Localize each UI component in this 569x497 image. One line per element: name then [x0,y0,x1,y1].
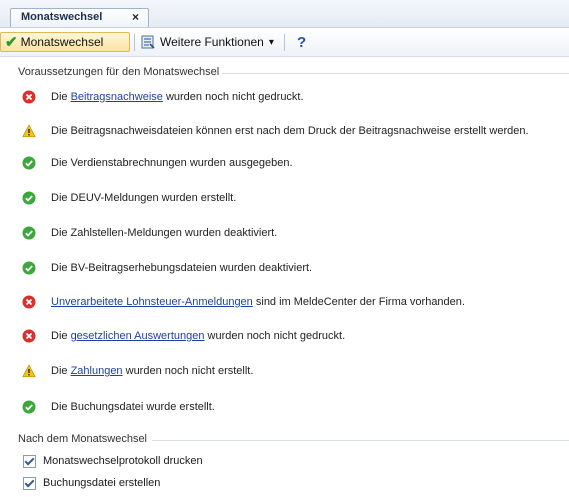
requirement-item: Unverarbeitete Lohnsteuer-Anmeldungen si… [22,293,465,311]
requirement-item: Die Verdienstabrechnungen wurden ausgege… [22,154,293,172]
requirement-item: Die Buchungsdatei wurde erstellt. [22,398,215,416]
requirement-text-pre: Die [51,330,71,342]
functions-icon [141,35,155,49]
warning-icon [22,124,36,138]
requirement-text-pre: Die Beitragsnachweisdateien können erst … [51,125,529,137]
requirement-link[interactable]: Zahlungen [71,365,123,377]
toolbar: ✔ Monatswechsel Weitere Funktionen ▾ ? [0,28,569,57]
requirement-link[interactable]: Unverarbeitete Lohnsteuer-Anmeldungen [51,296,253,308]
help-icon[interactable]: ? [297,32,306,52]
requirement-item: Die Zahlungen wurden noch nicht erstellt… [22,362,253,380]
requirement-item: Die BV-Beitragserhebungsdateien wurden d… [22,259,312,277]
requirement-text: Unverarbeitete Lohnsteuer-Anmeldungen si… [51,296,465,308]
tab-monatswechsel[interactable]: Monatswechsel × [10,8,149,27]
checkbox-label: Buchungsdatei erstellen [43,477,161,489]
requirement-text: Die Zahlungen wurden noch nicht erstellt… [51,365,253,377]
requirement-text: Die DEUV-Meldungen wurden erstellt. [51,192,236,204]
requirement-text-pre: Die BV-Beitragserhebungsdateien wurden d… [51,262,313,274]
requirement-text-post: wurden noch nicht gedruckt. [162,91,304,103]
requirement-item: Die gesetzlichen Auswertungen wurden noc… [22,327,345,345]
requirement-text-pre: Die DEUV-Meldungen wurden erstellt. [51,192,237,204]
requirement-text: Die Buchungsdatei wurde erstellt. [51,401,215,413]
ok-icon [22,191,36,205]
monatswechsel-button-label: Monatswechsel [20,35,104,49]
tab-label: Monatswechsel [21,11,103,23]
section-title-prerequisites: Voraussetzungen für den Monatswechsel [18,66,220,78]
requirement-text-pre: Die [51,91,71,103]
section-title-after: Nach dem Monatswechsel [18,433,148,445]
error-icon [22,90,36,104]
requirement-text: Die Beitragsnachweisdateien können erst … [51,125,529,137]
checkmark-icon: ✔ [5,33,18,51]
requirement-item: Die Beitragsnachweisdateien können erst … [22,122,529,140]
requirement-text: Die Beitragsnachweise wurden noch nicht … [51,91,304,103]
close-icon[interactable]: × [132,10,139,24]
error-icon [22,295,36,309]
ok-icon [22,156,36,170]
ok-icon [22,400,36,414]
weitere-funktionen-label: Weitere Funktionen [160,35,264,49]
checkbox-label: Monatswechselprotokoll drucken [43,455,203,467]
divider [222,73,569,74]
requirement-text-post: sind im MeldeCenter der Firma vorhanden. [252,296,465,308]
requirement-link[interactable]: Beitragsnachweise [71,91,163,103]
requirement-item: Die Beitragsnachweise wurden noch nicht … [22,88,304,106]
tab-strip: Monatswechsel × [0,0,569,28]
requirement-text-pre: Die Buchungsdatei wurde erstellt. [51,401,215,413]
checkbox-buchungsdatei[interactable]: Buchungsdatei erstellen [23,475,160,491]
requirement-text: Die BV-Beitragserhebungsdateien wurden d… [51,262,312,274]
ok-icon [22,226,36,240]
requirement-text: Die Zahlstellen-Meldungen wurden deaktiv… [51,227,277,239]
requirement-text-pre: Die [51,365,71,377]
requirement-link[interactable]: gesetzlichen Auswertungen [71,330,205,342]
checkbox[interactable] [23,476,36,490]
ok-icon [22,261,36,275]
monatswechsel-button[interactable]: ✔ Monatswechsel [0,32,130,52]
weitere-funktionen-button[interactable]: Weitere Funktionen ▾ [140,32,274,52]
requirement-text: Die gesetzlichen Auswertungen wurden noc… [51,330,345,342]
checkbox-protokoll-drucken[interactable]: Monatswechselprotokoll drucken [23,453,203,469]
chevron-down-icon: ▾ [268,36,274,48]
error-icon [22,329,36,343]
requirement-text-post: wurden noch nicht erstellt. [122,365,254,377]
toolbar-separator [134,34,135,51]
requirement-text-post: wurden noch nicht gedruckt. [204,330,346,342]
requirement-item: Die DEUV-Meldungen wurden erstellt. [22,189,236,207]
toolbar-separator [284,34,285,51]
requirement-text-pre: Die Verdienstabrechnungen wurden ausgege… [51,157,293,169]
requirement-text-pre: Die Zahlstellen-Meldungen wurden deaktiv… [51,227,278,239]
requirement-text: Die Verdienstabrechnungen wurden ausgege… [51,157,293,169]
warning-icon [22,364,36,378]
divider [152,440,569,441]
requirement-item: Die Zahlstellen-Meldungen wurden deaktiv… [22,224,277,242]
checkbox[interactable] [23,454,36,468]
